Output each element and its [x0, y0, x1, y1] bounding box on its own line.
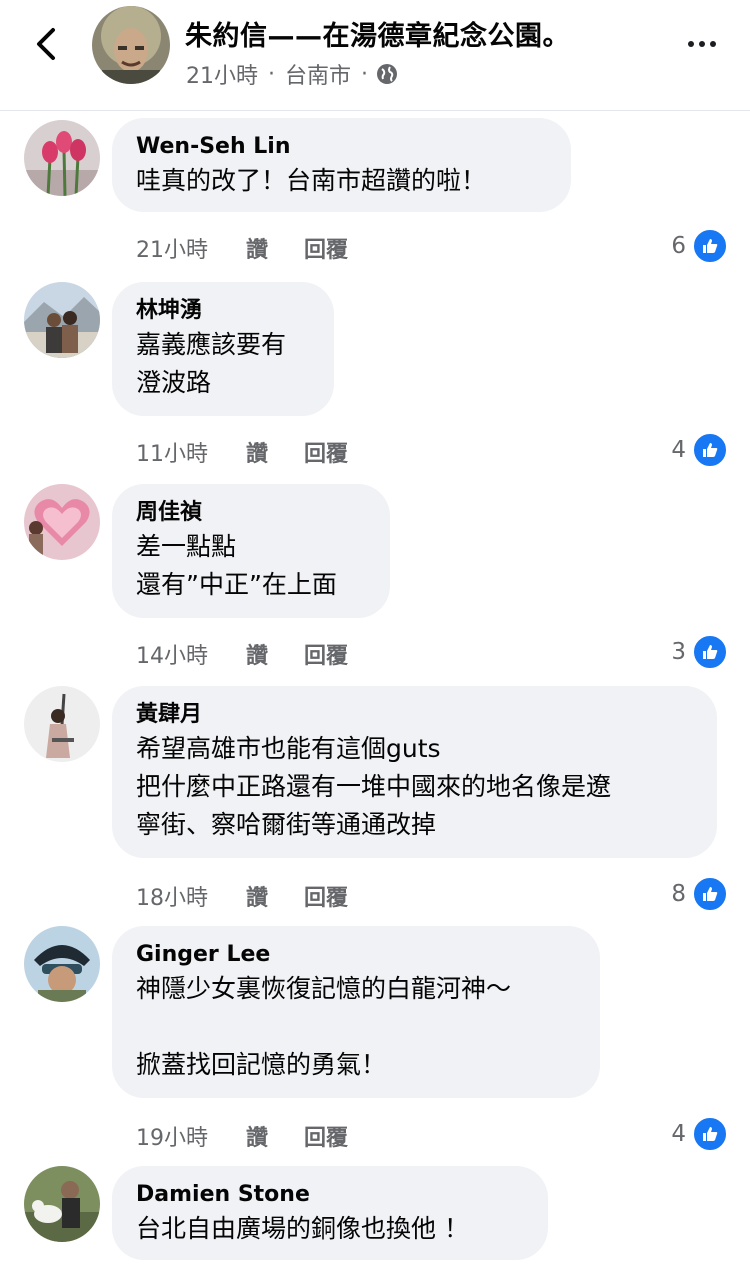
comment-author[interactable]: 林坤湧: [136, 296, 310, 326]
like-button[interactable]: 讚: [246, 880, 304, 912]
comment-bubble[interactable]: 周佳禎 差一點點 還有”中正”在上面: [112, 484, 390, 618]
reaction-summary[interactable]: 8: [671, 876, 728, 912]
avatar[interactable]: [24, 282, 100, 358]
comment-actions: 18小時 讚 回覆: [136, 880, 348, 912]
post-time[interactable]: 21小時: [186, 58, 258, 90]
author-avatar[interactable]: [92, 6, 170, 84]
more-dots-icon: [710, 41, 716, 47]
comment-text: 台北自由廣場的銅像也換他 ！: [136, 1214, 469, 1243]
chevron-left-icon: [37, 28, 55, 60]
post-location[interactable]: 台南市: [285, 58, 351, 90]
reaction-count: 6: [671, 233, 686, 259]
like-button[interactable]: 讚: [246, 232, 304, 264]
reply-button[interactable]: 回覆: [304, 638, 348, 670]
comment-time[interactable]: 18小時: [136, 880, 246, 912]
reaction-count: 8: [671, 881, 686, 907]
meta-separator: ·: [361, 61, 369, 87]
comment-time[interactable]: 19小時: [136, 1120, 246, 1152]
reaction-count: 4: [671, 437, 686, 463]
more-dots-icon: [688, 41, 694, 47]
like-button[interactable]: 讚: [246, 436, 304, 468]
comment-text: 哇真的改了！台南市超讚的啦！: [136, 166, 487, 195]
reaction-summary[interactable]: 6: [671, 228, 728, 264]
comment-text: 希望高雄市也能有這個guts 把什麼中正路還有一堆中國來的地名像是遼 寧街、察哈…: [136, 734, 612, 839]
comment-author[interactable]: Damien Stone: [136, 1180, 524, 1210]
avatar[interactable]: [24, 120, 100, 196]
reply-button[interactable]: 回覆: [304, 436, 348, 468]
more-options-button[interactable]: [682, 34, 722, 54]
back-button[interactable]: [26, 24, 66, 64]
comment-bubble[interactable]: 林坤湧 嘉義應該要有 澄波路: [112, 282, 334, 416]
comment-time[interactable]: 14小時: [136, 638, 246, 670]
thumbs-up-icon: [692, 876, 728, 912]
comment-text: 神隱少女裏恢復記憶的白龍河神～ 掀蓋找回記憶的勇氣！: [136, 974, 512, 1079]
reaction-count: 3: [671, 639, 686, 665]
comment-text: 嘉義應該要有 澄波路: [136, 330, 287, 397]
comment-bubble[interactable]: Ginger Lee 神隱少女裏恢復記憶的白龍河神～ 掀蓋找回記憶的勇氣！: [112, 926, 600, 1098]
thumbs-up-icon: [692, 634, 728, 670]
comment-text: 差一點點 還有”中正”在上面: [136, 532, 337, 599]
globe-icon: [377, 64, 398, 84]
comment-bubble[interactable]: 黃肆月 希望高雄市也能有這個guts 把什麼中正路還有一堆中國來的地名像是遼 寧…: [112, 686, 717, 858]
reaction-summary[interactable]: 3: [671, 634, 728, 670]
post-meta: 21小時 · 台南市 ·: [186, 58, 398, 90]
comment-author[interactable]: Ginger Lee: [136, 940, 576, 970]
post-title[interactable]: 朱約信——在湯德章紀念公園。: [185, 14, 570, 53]
thumbs-up-icon: [692, 432, 728, 468]
reply-button[interactable]: 回覆: [304, 880, 348, 912]
comment-actions: 11小時 讚 回覆: [136, 436, 348, 468]
avatar[interactable]: [24, 1166, 100, 1242]
comment-actions: 14小時 讚 回覆: [136, 638, 348, 670]
more-dots-icon: [699, 41, 705, 47]
reaction-summary[interactable]: 4: [671, 1116, 728, 1152]
avatar[interactable]: [24, 926, 100, 1002]
comment-actions: 19小時 讚 回覆: [136, 1120, 348, 1152]
avatar[interactable]: [24, 484, 100, 560]
comment-author[interactable]: 周佳禎: [136, 498, 366, 528]
thumbs-up-icon: [692, 228, 728, 264]
reply-button[interactable]: 回覆: [304, 1120, 348, 1152]
avatar[interactable]: [24, 686, 100, 762]
reply-button[interactable]: 回覆: [304, 232, 348, 264]
like-button[interactable]: 讚: [246, 638, 304, 670]
like-button[interactable]: 讚: [246, 1120, 304, 1152]
meta-separator: ·: [268, 61, 275, 87]
comment-author[interactable]: 黃肆月: [136, 700, 693, 730]
post-header: 朱約信——在湯德章紀念公園。 21小時 · 台南市 ·: [0, 0, 750, 111]
thumbs-up-icon: [692, 1116, 728, 1152]
comment-actions: 21小時 讚 回覆: [136, 232, 348, 264]
comment-time[interactable]: 21小時: [136, 232, 246, 264]
reaction-summary[interactable]: 4: [671, 432, 728, 468]
comment-bubble[interactable]: Damien Stone 台北自由廣場的銅像也換他 ！: [112, 1166, 548, 1260]
comment-time[interactable]: 11小時: [136, 436, 246, 468]
comment-bubble[interactable]: Wen-Seh Lin 哇真的改了！台南市超讚的啦！: [112, 118, 571, 212]
reaction-count: 4: [671, 1121, 686, 1147]
comment-author[interactable]: Wen-Seh Lin: [136, 132, 547, 162]
